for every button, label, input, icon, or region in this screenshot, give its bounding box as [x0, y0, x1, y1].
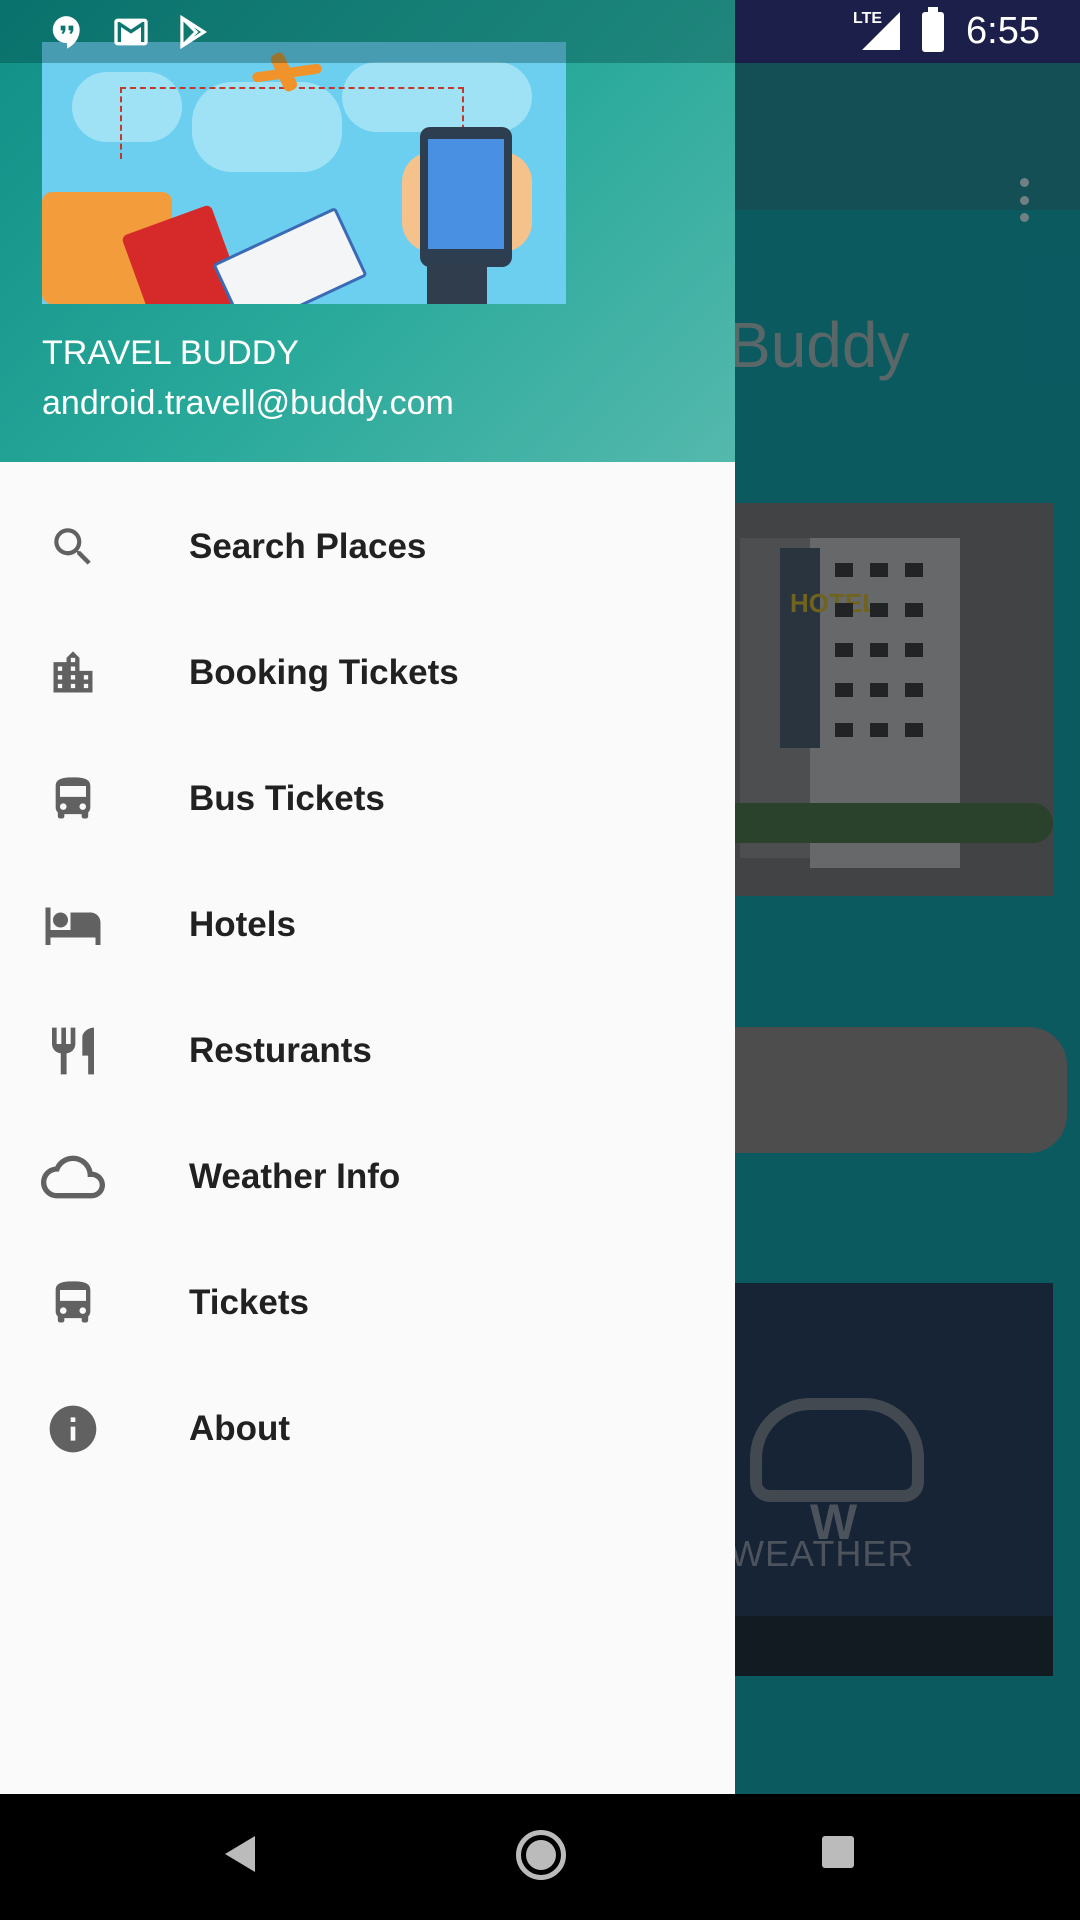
restaurant-icon	[40, 1021, 106, 1081]
system-nav-bar	[0, 1794, 1080, 1920]
hangouts-icon	[48, 12, 86, 57]
menu-item-weather-info[interactable]: Weather Info	[0, 1114, 735, 1240]
drawer-header: TRAVEL BUDDY android.travell@buddy.com	[0, 0, 735, 462]
recents-icon[interactable]	[822, 1836, 854, 1868]
play-store-icon	[174, 12, 212, 57]
search-icon	[40, 517, 106, 577]
menu-item-label: Bus Tickets	[189, 779, 385, 818]
drawer-menu: Search Places Booking Tickets Bus Ticket…	[0, 484, 735, 1492]
menu-item-label: Resturants	[189, 1031, 372, 1070]
drawer-email: android.travell@buddy.com	[42, 384, 454, 422]
menu-item-label: Tickets	[189, 1283, 309, 1322]
travel-header-image	[42, 42, 566, 304]
menu-item-label: About	[189, 1409, 291, 1448]
battery-charging-icon	[922, 7, 944, 52]
navigation-drawer: TRAVEL BUDDY android.travell@buddy.com S…	[0, 0, 735, 1794]
cloud-icon	[40, 1147, 106, 1207]
bus-icon	[40, 769, 106, 829]
menu-item-label: Search Places	[189, 527, 427, 566]
menu-item-restaurants[interactable]: Resturants	[0, 988, 735, 1114]
menu-item-bus-tickets[interactable]: Bus Tickets	[0, 736, 735, 862]
menu-item-label: Hotels	[189, 905, 296, 944]
menu-item-label: Booking Tickets	[189, 653, 459, 692]
menu-item-tickets[interactable]: Tickets	[0, 1240, 735, 1366]
city-icon	[40, 643, 106, 703]
gmail-icon	[108, 12, 154, 57]
menu-item-search-places[interactable]: Search Places	[0, 484, 735, 610]
status-time: 6:55	[966, 10, 1040, 52]
menu-item-label: Weather Info	[189, 1157, 401, 1196]
back-icon[interactable]	[225, 1836, 255, 1872]
hotel-bed-icon	[40, 895, 106, 955]
menu-item-about[interactable]: About	[0, 1366, 735, 1492]
status-bar: LTE 6:55	[0, 0, 1080, 63]
signal-icon	[862, 12, 900, 50]
drawer-app-name: TRAVEL BUDDY	[42, 334, 299, 372]
bus-icon	[40, 1273, 106, 1333]
menu-item-booking-tickets[interactable]: Booking Tickets	[0, 610, 735, 736]
home-icon[interactable]	[516, 1830, 566, 1880]
menu-item-hotels[interactable]: Hotels	[0, 862, 735, 988]
info-icon	[40, 1399, 106, 1459]
